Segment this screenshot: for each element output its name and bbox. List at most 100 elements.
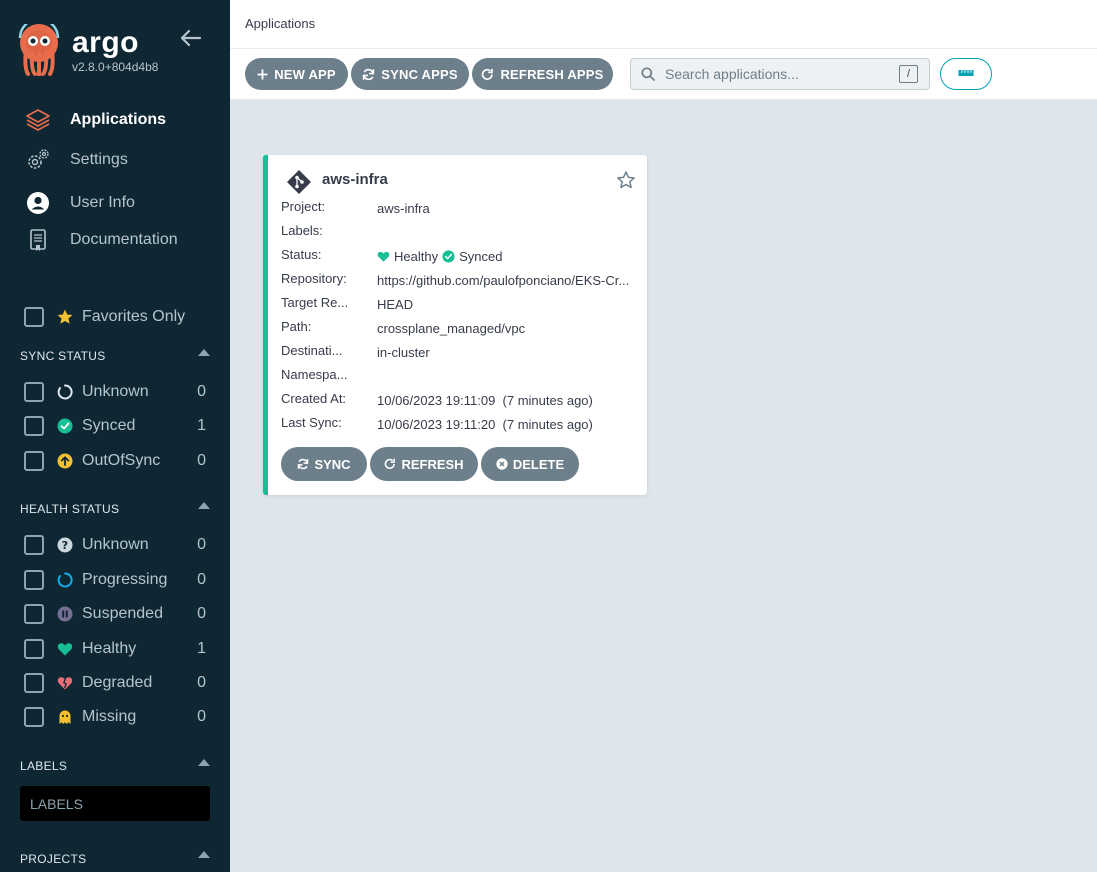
version-label: v2.8.0+804d4b8: [72, 60, 159, 74]
filter-checkbox[interactable]: [24, 382, 44, 402]
plus-icon: [257, 69, 268, 80]
filter-checkbox[interactable]: [24, 535, 44, 555]
nav-documentation[interactable]: Documentation: [24, 226, 214, 254]
filter-health-suspended[interactable]: Suspended 0: [24, 603, 206, 625]
filter-sync-out-of-sync[interactable]: OutOfSync 0: [24, 450, 206, 472]
labels-title: LABELS: [20, 759, 68, 773]
nav-label: Documentation: [70, 231, 178, 248]
filter-count: 0: [197, 536, 206, 553]
filter-checkbox[interactable]: [24, 570, 44, 590]
namespace-value: [377, 367, 639, 385]
book-icon: [24, 228, 52, 252]
filter-count: 1: [197, 417, 206, 434]
view-toggle-button[interactable]: [940, 58, 992, 90]
search-box[interactable]: /: [630, 58, 930, 90]
nav-settings[interactable]: Settings: [24, 146, 214, 174]
filter-checkbox[interactable]: [24, 604, 44, 624]
heart-broken-icon: [56, 674, 74, 692]
created-at-row: Created At: 10/06/2023 19:11:09 (7 minut…: [281, 391, 641, 409]
search-input[interactable]: [665, 66, 899, 82]
filter-count: 0: [197, 571, 206, 588]
sidebar: argo v2.8.0+804d4b8 Applications Setting…: [0, 0, 230, 872]
sync-apps-button[interactable]: SYNC APPS: [351, 58, 469, 90]
circle-notch-icon: [56, 571, 74, 589]
filter-checkbox[interactable]: [24, 451, 44, 471]
collapse-caret-icon[interactable]: [198, 349, 210, 356]
repository-link[interactable]: https://github.com/paulofponciano/EKS-Cr…: [377, 271, 639, 289]
filter-count: 0: [197, 605, 206, 622]
repository-key: Repository:: [281, 271, 347, 286]
favorites-only-filter[interactable]: Favorites Only: [24, 306, 185, 328]
refresh-apps-button[interactable]: REFRESH APPS: [472, 58, 613, 90]
nav-user-info[interactable]: User Info: [24, 189, 214, 217]
favorite-star-icon[interactable]: [616, 170, 636, 190]
last-sync-key: Last Sync:: [281, 415, 342, 430]
git-diamond-icon: [286, 169, 312, 195]
new-app-label: NEW APP: [274, 66, 336, 82]
filter-health-healthy[interactable]: Healthy 1: [24, 638, 206, 660]
heart-icon: [56, 640, 74, 658]
collapse-caret-icon[interactable]: [198, 502, 210, 509]
filter-count: 0: [197, 452, 206, 469]
project-key: Project:: [281, 199, 326, 214]
last-sync-value: 10/06/2023 19:11:20 (7 minutes ago): [377, 416, 593, 432]
divider: [230, 48, 1097, 49]
breadcrumb[interactable]: Applications: [245, 16, 315, 31]
filter-label: Synced: [82, 417, 136, 434]
tiles-view-icon: [958, 65, 974, 83]
filter-checkbox[interactable]: [24, 416, 44, 436]
filter-checkbox[interactable]: [24, 673, 44, 693]
target-value: HEAD: [377, 296, 414, 312]
filter-label: Missing: [82, 708, 137, 725]
filter-label: OutOfSync: [82, 452, 161, 469]
labels-filter-input[interactable]: [20, 786, 210, 821]
filter-checkbox[interactable]: [24, 639, 44, 659]
brand-name: argo: [72, 26, 140, 59]
filter-label: Progressing: [82, 571, 168, 588]
stack-layers-icon: [24, 108, 52, 132]
filter-count: 0: [197, 708, 206, 725]
filter-count: 0: [197, 383, 206, 400]
filter-health-missing[interactable]: Missing 0: [24, 706, 206, 728]
question-circle-icon: ?: [56, 536, 74, 554]
collapse-caret-icon[interactable]: [198, 759, 210, 766]
sync-arrows-icon: [297, 458, 309, 470]
filter-label: Unknown: [82, 536, 149, 553]
filter-health-degraded[interactable]: Degraded 0: [24, 672, 206, 694]
times-circle-icon: [496, 458, 508, 470]
sync-apps-label: SYNC APPS: [381, 66, 458, 82]
top-bar: Applications NEW APP SYNC APPS REFRESH A…: [230, 0, 1097, 100]
collapse-caret-icon[interactable]: [198, 851, 210, 858]
collapse-sidebar-arrow-icon[interactable]: [178, 28, 202, 48]
refresh-button[interactable]: REFRESH: [370, 447, 478, 481]
circle-notch-icon: [56, 383, 74, 401]
svg-text:?: ?: [62, 539, 68, 552]
project-row: Project: aws-infra: [281, 199, 641, 217]
app-card[interactable]: aws-infra Project: aws-infra Labels: Sta…: [263, 155, 647, 495]
delete-label: DELETE: [512, 456, 565, 472]
filter-sync-unknown[interactable]: Unknown 0: [24, 381, 206, 403]
path-row: Path: crossplane_managed/vpc: [281, 319, 641, 337]
sync-arrows-icon: [362, 68, 375, 81]
app-name[interactable]: aws-infra: [322, 171, 388, 188]
filter-sync-synced[interactable]: Synced 1: [24, 415, 206, 437]
search-icon: [641, 67, 655, 81]
new-app-button[interactable]: NEW APP: [245, 58, 348, 90]
destination-key: Destinati...: [281, 343, 343, 358]
favorites-checkbox[interactable]: [24, 307, 44, 327]
heart-icon: [377, 250, 390, 263]
filter-health-progressing[interactable]: Progressing 0: [24, 569, 206, 591]
nav-applications[interactable]: Applications: [24, 106, 214, 134]
filter-checkbox[interactable]: [24, 707, 44, 727]
filter-label: Healthy: [82, 640, 137, 657]
redo-icon: [481, 68, 494, 81]
namespace-row: Namespa...: [281, 367, 641, 385]
nav-label: Settings: [70, 151, 128, 168]
sync-button[interactable]: SYNC: [281, 447, 367, 481]
delete-button[interactable]: DELETE: [481, 447, 579, 481]
health-status-title: HEALTH STATUS: [20, 502, 120, 516]
argo-octopus-logo: [18, 17, 60, 77]
filter-health-unknown[interactable]: ? Unknown 0: [24, 534, 206, 556]
created-key: Created At:: [281, 391, 347, 406]
last-sync-row: Last Sync: 10/06/2023 19:11:20 (7 minute…: [281, 415, 641, 433]
